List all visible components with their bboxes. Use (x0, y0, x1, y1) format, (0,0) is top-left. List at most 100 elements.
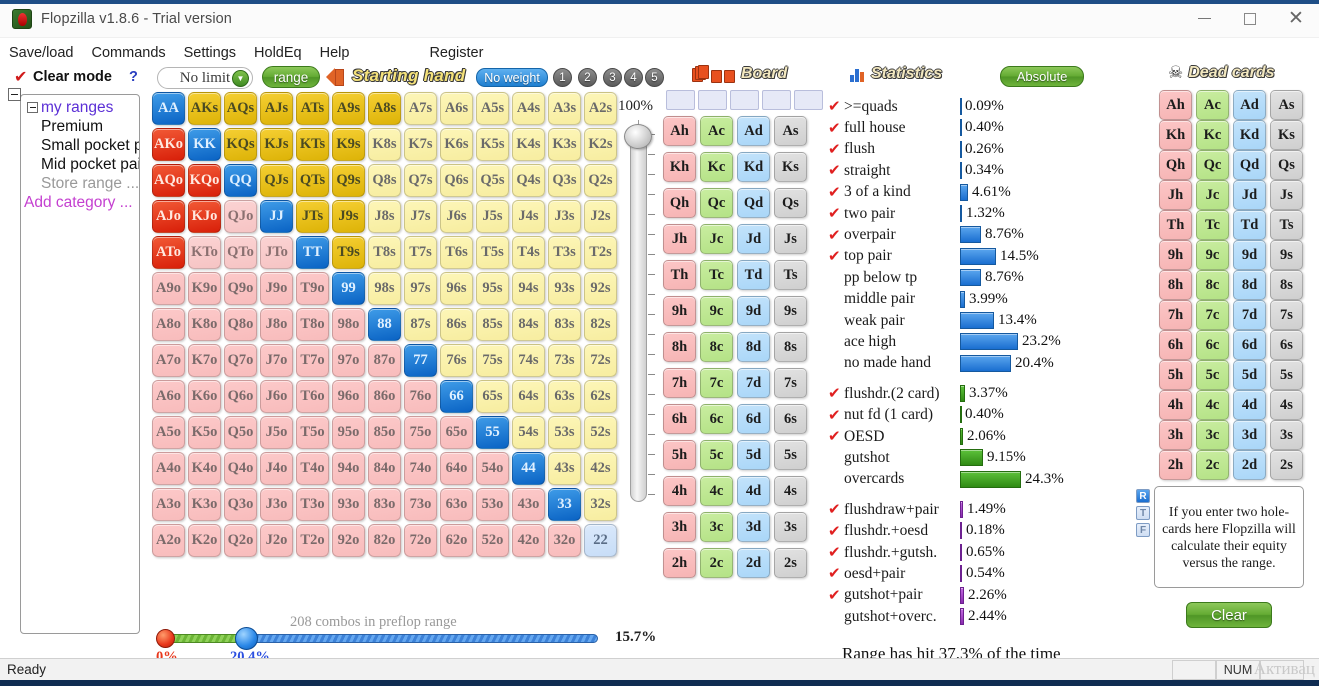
dead-card[interactable]: 6d (1233, 330, 1266, 360)
dead-card[interactable]: Jd (1233, 180, 1266, 210)
tree-item-my-ranges[interactable]: my ranges (21, 98, 139, 117)
board-card[interactable]: 5d (737, 440, 770, 470)
board-card[interactable]: 4d (737, 476, 770, 506)
dead-card[interactable]: 2d (1233, 450, 1266, 480)
hand-cell[interactable]: T8o (296, 308, 329, 341)
hand-cell[interactable]: 97s (404, 272, 437, 305)
hand-cell[interactable]: T2s (584, 236, 617, 269)
tree-root-expander[interactable] (8, 88, 21, 101)
hand-cell[interactable]: 62s (584, 380, 617, 413)
hand-cell[interactable]: T9s (332, 236, 365, 269)
menu-save-load[interactable]: Save/load (0, 43, 83, 63)
hand-cell[interactable]: JTo (260, 236, 293, 269)
board-card[interactable]: Jh (663, 224, 696, 254)
check-icon[interactable]: ✔ (828, 429, 844, 444)
board-card[interactable]: Qh (663, 188, 696, 218)
board-card[interactable]: 6d (737, 404, 770, 434)
hand-cell[interactable]: 63s (548, 380, 581, 413)
hand-cell[interactable]: 44 (512, 452, 545, 485)
hand-cell[interactable]: 85o (368, 416, 401, 449)
hand-cell[interactable]: KQs (224, 128, 257, 161)
hand-cell[interactable]: AQs (224, 92, 257, 125)
hand-cell[interactable]: Q2s (584, 164, 617, 197)
hand-cell[interactable]: TT (296, 236, 329, 269)
menu-holdeq[interactable]: HoldEq (245, 43, 311, 63)
dead-card[interactable]: 9h (1159, 240, 1192, 270)
hand-cell[interactable]: T4o (296, 452, 329, 485)
tree-item-small-pocket-pair[interactable]: Small pocket pair (21, 136, 139, 155)
hand-cell[interactable]: T5o (296, 416, 329, 449)
street-key-f[interactable]: F (1136, 523, 1150, 537)
stat-row[interactable]: ✔middle pair 3.99% (828, 289, 1128, 310)
dead-card[interactable]: Ts (1270, 210, 1303, 240)
hand-cell[interactable]: 73o (404, 488, 437, 521)
dead-card[interactable]: 4c (1196, 390, 1229, 420)
hand-cell[interactable]: 52o (476, 524, 509, 557)
hand-cell[interactable]: J5o (260, 416, 293, 449)
dead-card[interactable]: Td (1233, 210, 1266, 240)
hand-cell[interactable]: J4o (260, 452, 293, 485)
hand-cell[interactable]: T6o (296, 380, 329, 413)
stat-row[interactable]: ✔overcards 24.3% (828, 469, 1128, 490)
hand-cell[interactable]: T7o (296, 344, 329, 377)
stat-row[interactable]: ✔ >=quads 0.09% (828, 96, 1128, 117)
hand-cell[interactable]: 32o (548, 524, 581, 557)
board-card[interactable]: 8c (700, 332, 733, 362)
board-card[interactable]: 3s (774, 512, 807, 542)
hand-cell[interactable]: K3s (548, 128, 581, 161)
hand-cell[interactable]: K3o (188, 488, 221, 521)
dead-card[interactable]: As (1270, 90, 1303, 120)
hand-cell[interactable]: A3s (548, 92, 581, 125)
range-slider-max-handle[interactable] (235, 627, 258, 650)
dead-card[interactable]: Js (1270, 180, 1303, 210)
board-card[interactable]: Th (663, 260, 696, 290)
check-icon[interactable]: ✔ (828, 523, 844, 539)
check-icon[interactable]: ✔ (828, 184, 844, 200)
hand-cell[interactable]: 22 (584, 524, 617, 557)
board-card[interactable]: 3h (663, 512, 696, 542)
dead-card[interactable]: 8c (1196, 270, 1229, 300)
hand-cell[interactable]: Q8s (368, 164, 401, 197)
dead-card[interactable]: 8d (1233, 270, 1266, 300)
check-icon[interactable]: ✔ (828, 248, 844, 264)
stat-row[interactable]: ✔ gutshot+pair 2.26% (828, 585, 1128, 606)
board-card[interactable]: 6c (700, 404, 733, 434)
dead-card[interactable]: 5h (1159, 360, 1192, 390)
hand-cell[interactable]: A3o (152, 488, 185, 521)
board-card[interactable]: 7c (700, 368, 733, 398)
hand-cell[interactable]: 75o (404, 416, 437, 449)
board-card[interactable]: Td (737, 260, 770, 290)
hand-cell[interactable]: 98o (332, 308, 365, 341)
hand-cell[interactable]: J9s (332, 200, 365, 233)
hand-cell[interactable]: 93s (548, 272, 581, 305)
hand-cell[interactable]: 53o (476, 488, 509, 521)
hand-cell[interactable]: 63o (440, 488, 473, 521)
hand-cell[interactable]: J6s (440, 200, 473, 233)
hand-cell[interactable]: K4s (512, 128, 545, 161)
weight-button-3[interactable]: 3 (603, 68, 622, 87)
clear-mode-toggle[interactable]: ✔ Clear mode (14, 69, 112, 86)
dead-card[interactable]: Qs (1270, 150, 1303, 180)
board-card[interactable]: 7s (774, 368, 807, 398)
board-card[interactable]: 6s (774, 404, 807, 434)
hand-range-grid[interactable]: AA AKs AQs AJs ATs A9s A8s A7s A6s A5s A4s A3s A2s AK… (152, 92, 619, 559)
dead-card[interactable]: 9c (1196, 240, 1229, 270)
stat-row[interactable]: ✔no made hand 20.4% (828, 353, 1128, 374)
check-icon[interactable]: ✔ (828, 163, 844, 178)
street-key-t[interactable]: T (1136, 506, 1150, 520)
hand-cell[interactable]: Q7o (224, 344, 257, 377)
dead-card[interactable]: 7h (1159, 300, 1192, 330)
dead-card[interactable]: 8s (1270, 270, 1303, 300)
dead-card[interactable]: 6s (1270, 330, 1303, 360)
hand-cell[interactable]: 99 (332, 272, 365, 305)
hand-cell[interactable]: Q7s (404, 164, 437, 197)
range-slider-min-handle[interactable] (156, 629, 175, 648)
weight-slider[interactable] (624, 120, 655, 510)
dead-card[interactable]: Th (1159, 210, 1192, 240)
stat-row[interactable]: ✔gutshot+overc. 2.44% (828, 606, 1128, 627)
dead-card[interactable]: 9d (1233, 240, 1266, 270)
hand-cell[interactable]: 33 (548, 488, 581, 521)
limit-dropdown[interactable]: No limit ▼ (157, 67, 253, 89)
dead-card[interactable]: 6h (1159, 330, 1192, 360)
hand-cell[interactable]: AJs (260, 92, 293, 125)
